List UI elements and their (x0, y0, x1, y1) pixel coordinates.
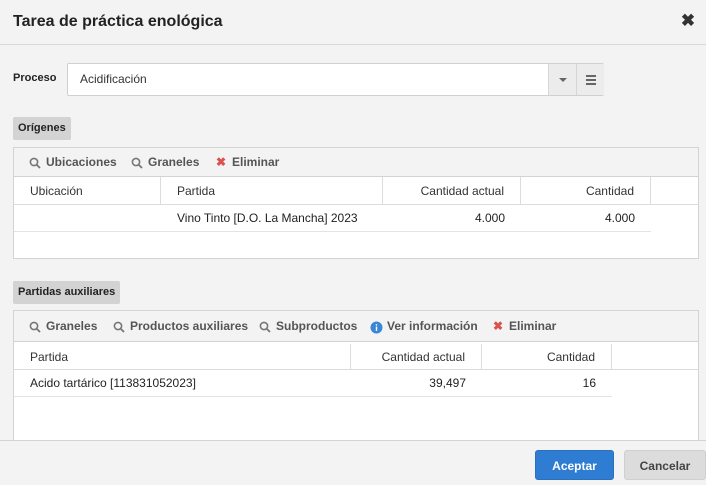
bulks-label: Graneles (148, 155, 200, 169)
origins-panel: Ubicaciones Graneles ✖ Eliminar Ubicación… (13, 147, 699, 259)
table-row[interactable]: Acido tartárico [113831052023] 39,497 16 (14, 370, 612, 397)
cell-location (14, 205, 161, 232)
menu-icon[interactable] (576, 64, 604, 95)
dialog-header: Tarea de práctica enológica ✖ (0, 0, 706, 45)
aux-products-label: Productos auxiliares (130, 319, 249, 333)
column-header-batch[interactable]: Partida (161, 177, 383, 205)
search-icon (258, 311, 272, 342)
dialog-title: Tarea de práctica enológica (13, 13, 223, 30)
column-header-current-qty[interactable]: Cantidad actual (351, 344, 482, 370)
process-label: Proceso (13, 72, 57, 84)
auxiliary-panel: Graneles Productos auxiliares Subproduct… (13, 310, 699, 441)
origins-toolbar: Ubicaciones Graneles ✖ Eliminar (14, 148, 698, 177)
auxiliary-grid-header: Partida Cantidad actual Cantidad (14, 344, 698, 370)
auxiliary-section-label: Partidas auxiliares (13, 281, 121, 304)
search-icon (28, 148, 42, 177)
bulks-button[interactable]: Graneles (130, 148, 199, 177)
cell-qty: 4.000 (604, 211, 635, 225)
column-header-qty[interactable]: Cantidad (521, 177, 651, 205)
origins-grid-header: Ubicación Partida Cantidad actual Cantid… (14, 177, 698, 205)
column-header-batch[interactable]: Partida (14, 344, 351, 370)
search-icon (28, 311, 42, 342)
cell-batch: Vino Tinto [D.O. La Mancha] 2023 (177, 211, 358, 225)
column-header-location[interactable]: Ubicación (14, 177, 161, 205)
locations-button[interactable]: Ubicaciones (28, 148, 117, 177)
cell-current-qty: 39,497 (429, 376, 466, 390)
process-value: Acidificación (80, 72, 147, 86)
delete-label: Eliminar (232, 155, 280, 169)
search-icon (130, 148, 144, 177)
cell-batch: Acido tartárico [113831052023] (30, 376, 196, 390)
aux-bulks-button[interactable]: Graneles (28, 311, 97, 342)
process-combobox[interactable]: Acidificación (67, 63, 604, 96)
column-header-current-qty[interactable]: Cantidad actual (383, 177, 521, 205)
cancel-button[interactable]: Cancelar (624, 450, 706, 480)
locations-label: Ubicaciones (46, 155, 117, 169)
delete-button[interactable]: ✖ Eliminar (214, 148, 279, 177)
cell-qty: 16 (582, 376, 596, 390)
delete-icon: ✖ (492, 319, 504, 334)
column-header-qty[interactable]: Cantidad (482, 344, 612, 370)
dialog-footer: Aceptar Cancelar (0, 440, 706, 485)
aux-bulks-label: Graneles (46, 319, 98, 333)
delete-icon: ✖ (215, 155, 227, 170)
byproducts-button[interactable]: Subproductos (258, 311, 357, 342)
close-icon[interactable]: ✖ (680, 12, 696, 30)
byproducts-label: Subproductos (276, 319, 358, 333)
chevron-down-icon[interactable] (548, 64, 576, 95)
table-row[interactable]: Vino Tinto [D.O. La Mancha] 2023 4.000 4… (14, 205, 651, 232)
origins-section-label: Orígenes (13, 117, 71, 140)
aux-delete-button[interactable]: ✖ Eliminar (491, 311, 556, 342)
aux-products-button[interactable]: Productos auxiliares (112, 311, 248, 342)
aux-delete-label: Eliminar (509, 319, 557, 333)
auxiliary-toolbar: Graneles Productos auxiliares Subproduct… (14, 311, 698, 342)
search-icon (112, 311, 126, 342)
accept-button[interactable]: Aceptar (535, 450, 614, 480)
info-button[interactable]: Ver información (369, 311, 478, 342)
cell-current-qty: 4.000 (474, 211, 505, 225)
info-label: Ver información (387, 319, 478, 333)
info-icon (369, 311, 383, 342)
